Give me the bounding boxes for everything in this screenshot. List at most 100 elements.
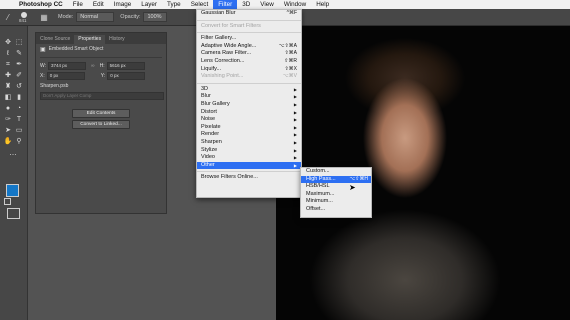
menu-window[interactable]: Window [279, 0, 311, 9]
menu-layer[interactable]: Layer [136, 0, 162, 9]
file-row: Sharpen.psb [36, 81, 166, 91]
brush-tool-icon[interactable]: ⁄ [0, 13, 16, 22]
hand-tool-icon[interactable]: ✋ [3, 137, 13, 146]
quick-select-tool-icon[interactable]: ✎ [14, 49, 24, 58]
menu-item-other[interactable]: Other ▶ [197, 161, 301, 170]
healing-tool-icon[interactable]: ✚ [3, 71, 13, 80]
pen-tool-icon[interactable]: ✑ [3, 115, 13, 124]
last-filter-label: Gaussian Blur [201, 10, 236, 16]
brush-tool-icon[interactable]: ✐ [14, 71, 24, 80]
menu-item-render[interactable]: Render ▶ [197, 131, 301, 139]
group-label: Video [201, 154, 215, 161]
menu-item-adaptive-wide-angle[interactable]: Adaptive Wide Angle... ⌥⇧⌘A [197, 43, 301, 51]
menu-item-filter-gallery[interactable]: Filter Gallery... [197, 35, 301, 43]
menu-item-last-filter[interactable]: Gaussian Blur ^⌘F [197, 10, 301, 18]
tab-history[interactable]: History [105, 35, 129, 44]
brush-preset-picker[interactable]: 841 [16, 11, 32, 23]
submenu-item-custom[interactable]: Custom... [301, 168, 371, 176]
submenu-arrow-icon: ▶ [293, 117, 297, 123]
mode-label: Mode: [58, 14, 74, 20]
menu-item-noise[interactable]: Noise ▶ [197, 116, 301, 124]
menu-item-3d[interactable]: 3D ▶ [197, 86, 301, 94]
tab-properties[interactable]: Properties [74, 35, 106, 44]
mode-select[interactable]: Normal [76, 12, 115, 22]
smart-object-icon: ▣ [40, 46, 46, 53]
menu-item-video[interactable]: Video ▶ [197, 154, 301, 162]
clone-stamp-tool-icon[interactable]: ♜ [3, 82, 13, 91]
group-label: Stylize [201, 146, 218, 153]
crop-tool-icon[interactable]: ⌗ [3, 60, 13, 69]
eyedropper-tool-icon[interactable]: ✒ [14, 60, 24, 69]
y-label: Y: [100, 73, 106, 79]
menu-help[interactable]: Help [311, 0, 334, 9]
menu-edit[interactable]: Edit [88, 0, 109, 9]
width-field[interactable]: 3744 px [48, 62, 87, 70]
default-colors-icon[interactable] [4, 198, 11, 205]
menu-item-blur-gallery[interactable]: Blur Gallery ▶ [197, 101, 301, 109]
move-tool-icon[interactable]: ✥ [3, 38, 13, 47]
blur-tool-icon[interactable]: ● [3, 104, 13, 113]
quick-mask-icon[interactable] [7, 208, 20, 219]
panel-tabs: Clone Source Properties History [36, 33, 166, 44]
menu-filter[interactable]: Filter [213, 0, 238, 9]
y-field[interactable]: 0 px [107, 72, 146, 80]
submenu-arrow-icon: ▶ [293, 147, 297, 153]
menu-bar: Photoshop CC File Edit Image Layer Type … [0, 0, 570, 9]
menu-select[interactable]: Select [186, 0, 214, 9]
submenu-arrow-icon: ▶ [293, 155, 297, 161]
menu-item-liquify[interactable]: Liquify... ⇧⌘X [197, 66, 301, 74]
menu-3d[interactable]: 3D [237, 0, 255, 9]
shape-tool-icon[interactable]: ▭ [14, 126, 24, 135]
marquee-tool-icon[interactable]: ⬚ [14, 38, 24, 47]
x-field[interactable]: 0 px [46, 72, 85, 80]
lasso-tool-icon[interactable]: ℓ [3, 49, 13, 58]
submenu-item-minimum[interactable]: Minimum... [301, 198, 371, 206]
edit-contents-button[interactable]: Edit Contents [72, 109, 130, 118]
file-name: Sharpen.psb [40, 83, 69, 89]
submenu-item-hsb-hsl[interactable]: HSB/HSL [301, 183, 371, 191]
link-icon[interactable]: ∞ [91, 63, 95, 69]
panel-title: Embedded Smart Object [48, 46, 104, 52]
properties-panel: Clone Source Properties History ▣ Embedd… [35, 32, 167, 214]
more-tools-icon[interactable]: ⋯ [8, 151, 18, 160]
submenu-arrow-icon: ▶ [293, 101, 297, 107]
path-select-tool-icon[interactable]: ➤ [3, 126, 13, 135]
tab-clone-source[interactable]: Clone Source [36, 35, 74, 44]
submenu-item-maximum[interactable]: Maximum... [301, 191, 371, 199]
menu-divider [197, 171, 301, 173]
group-label: 3D [201, 85, 209, 92]
submenu-item-offset[interactable]: Offset... [301, 206, 371, 214]
menu-file[interactable]: File [68, 0, 88, 9]
submenu-arrow-icon: ▶ [293, 109, 297, 115]
submenu-arrow-icon: ▶ [293, 94, 297, 100]
vanishing-label: Vanishing Point... [201, 73, 244, 80]
menu-photoshop[interactable]: Photoshop CC [14, 0, 68, 9]
submenu-item-high-pass[interactable]: High Pass... ⌥⇧⌘H [301, 175, 371, 184]
brush-panel-icon[interactable]: ▦ [36, 13, 52, 22]
foreground-color-swatch[interactable] [6, 184, 19, 197]
menu-item-stylize[interactable]: Stylize ▶ [197, 147, 301, 155]
height-field[interactable]: 5616 px [106, 62, 145, 70]
shortcut: ⇧⌘A [284, 50, 297, 57]
history-brush-tool-icon[interactable]: ↺ [14, 82, 24, 91]
zoom-tool-icon[interactable]: ⚲ [14, 137, 24, 146]
eraser-tool-icon[interactable]: ◧ [3, 93, 13, 102]
convert-to-linked-button[interactable]: Convert to Linked... [72, 120, 130, 129]
menu-image[interactable]: Image [109, 0, 137, 9]
type-tool-icon[interactable]: T [14, 115, 24, 124]
menu-item-browse-filters[interactable]: Browse Filters Online... [197, 174, 301, 182]
menu-view[interactable]: View [255, 0, 279, 9]
opacity-field[interactable]: 100% [143, 12, 168, 22]
menu-item-distort[interactable]: Distort ▶ [197, 109, 301, 117]
menu-item-lens-correction[interactable]: Lens Correction... ⇧⌘R [197, 58, 301, 66]
gradient-tool-icon[interactable]: ▮ [14, 93, 24, 102]
menu-item-pixelate[interactable]: Pixelate ▶ [197, 124, 301, 132]
submenu-arrow-icon: ▶ [293, 124, 297, 130]
menu-type[interactable]: Type [162, 0, 186, 9]
layer-comp-select[interactable]: Don't Apply Layer Comp [40, 92, 164, 100]
menu-item-camera-raw[interactable]: Camera Raw Filter... ⇧⌘A [197, 50, 301, 58]
menu-item-sharpen[interactable]: Sharpen ▶ [197, 139, 301, 147]
dodge-tool-icon[interactable]: ◔ [14, 104, 24, 113]
menu-item-blur[interactable]: Blur ▶ [197, 93, 301, 101]
height-label: H: [99, 63, 105, 69]
